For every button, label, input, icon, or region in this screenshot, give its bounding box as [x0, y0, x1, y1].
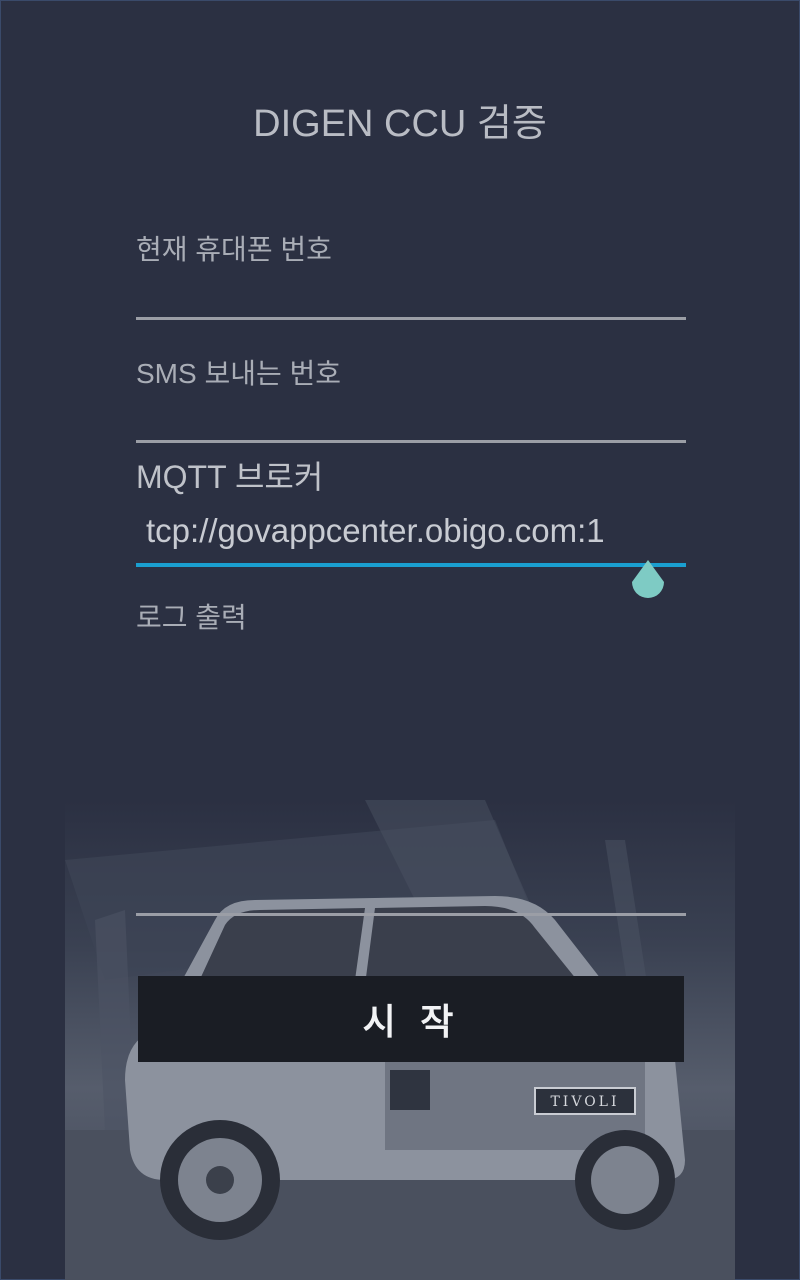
- start-button[interactable]: 시 작: [138, 976, 684, 1062]
- phone-input[interactable]: [146, 262, 686, 308]
- car-badge-text: TIVOLI: [550, 1094, 619, 1110]
- mqtt-broker-input[interactable]: tcp://govappcenter.obigo.com:1: [146, 512, 686, 558]
- sms-input-underline: [136, 440, 686, 443]
- page-title: DIGEN CCU 검증: [253, 103, 547, 145]
- sms-input[interactable]: [146, 386, 686, 432]
- text-cursor-handle[interactable]: [628, 558, 668, 606]
- log-output-underline: [136, 913, 686, 916]
- log-output-field[interactable]: [146, 640, 686, 900]
- log-label: 로그 출력: [136, 602, 247, 633]
- phone-input-underline: [136, 317, 686, 320]
- mqtt-label: MQTT 브로커: [136, 459, 324, 495]
- mqtt-input-underline: [136, 563, 686, 567]
